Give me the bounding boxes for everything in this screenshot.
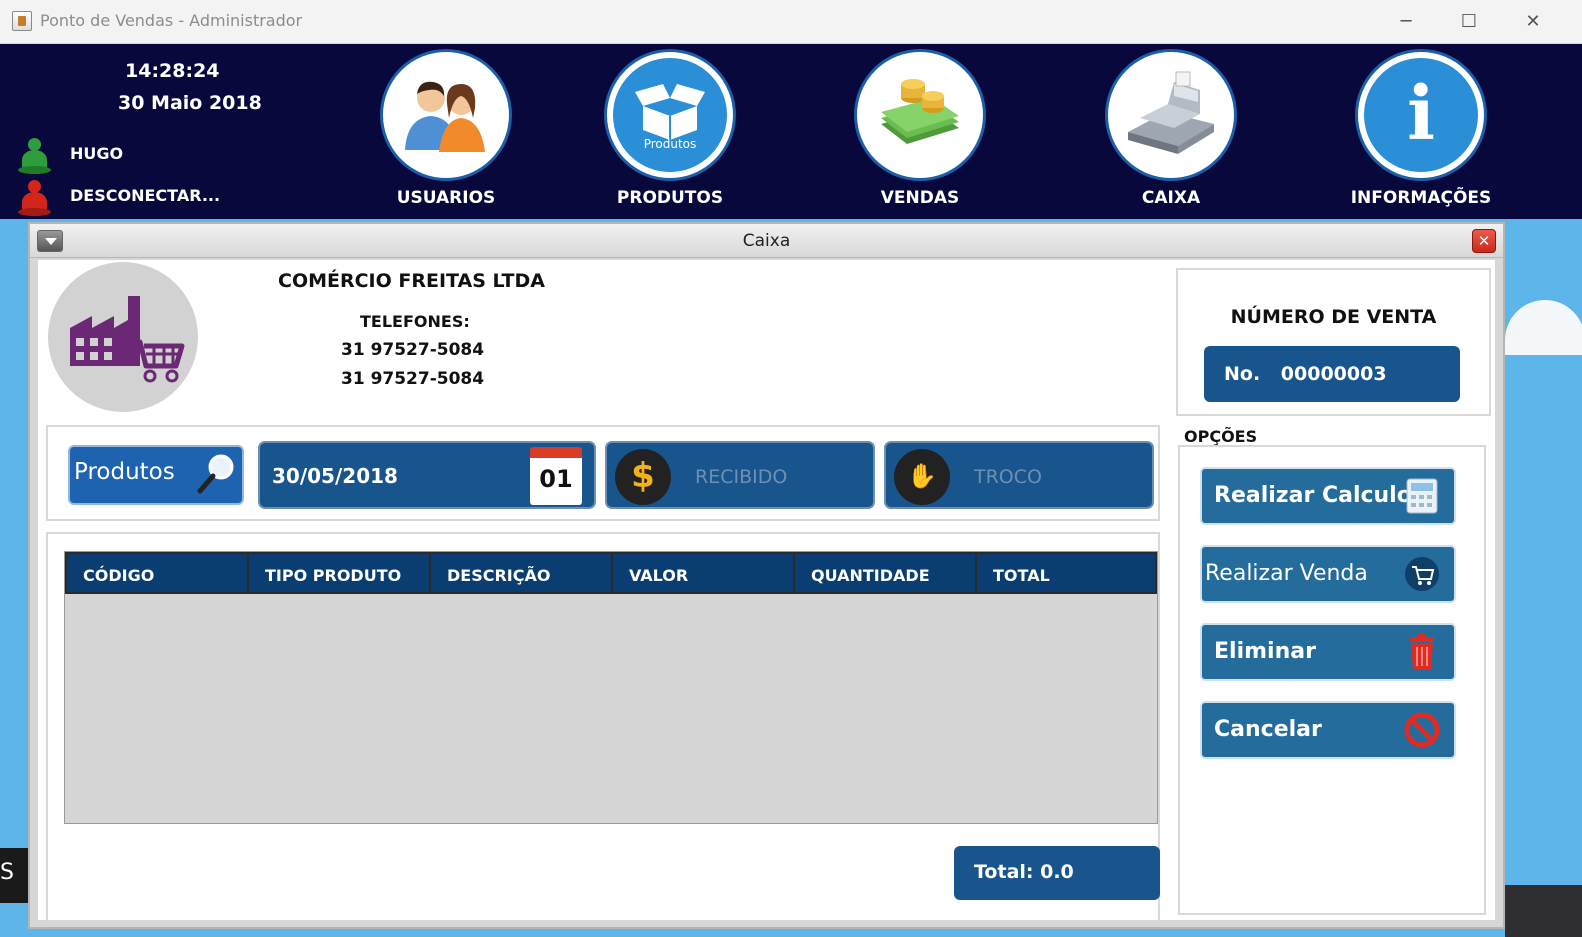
delete-button[interactable]: Eliminar xyxy=(1200,623,1456,681)
window-titlebar: Ponto de Vendas - Administrador ─ ☐ ✕ xyxy=(0,0,1582,44)
phones-label: TELEFONES: xyxy=(360,312,470,331)
column-valor[interactable]: VALOR xyxy=(613,554,795,592)
received-placeholder[interactable]: RECIBIDO xyxy=(695,466,787,488)
info-icon-glyph: i xyxy=(1406,71,1436,157)
nav-produtos[interactable]: Produtos PRODUTOS xyxy=(580,52,760,208)
cancel-label[interactable]: Cancelar xyxy=(1214,717,1322,742)
options-panel: Realizar Calculo Realizar Venda Eliminar xyxy=(1178,445,1486,915)
clock-time: 14:28:24 xyxy=(125,60,220,82)
nav-usuarios-label[interactable]: USUARIOS xyxy=(356,188,536,208)
received-field[interactable]: $ RECIBIDO xyxy=(605,441,875,509)
shopping-cart-icon xyxy=(1405,557,1439,591)
magnifier-icon xyxy=(197,454,234,494)
sale-number-title: NÚMERO DE VENTA xyxy=(1230,306,1437,328)
table-header: CÓDIGO TIPO PRODUTO DESCRIÇÃO VALOR QUAN… xyxy=(65,552,1157,594)
disconnect-label[interactable]: DESCONECTAR... xyxy=(70,186,220,205)
column-total[interactable]: TOTAL xyxy=(977,554,1155,592)
prohibited-icon xyxy=(1404,712,1440,748)
change-field[interactable]: ✋ TROCO xyxy=(884,441,1154,509)
java-app-icon xyxy=(12,11,32,31)
money-icon[interactable] xyxy=(857,52,983,178)
desktop-edge-panel xyxy=(1505,885,1582,937)
disconnect-pawn-icon xyxy=(18,180,51,218)
maximize-button[interactable]: ☐ xyxy=(1449,8,1489,36)
nav-informacoes-label[interactable]: INFORMAÇÕES xyxy=(1331,188,1511,208)
column-codigo[interactable]: CÓDIGO xyxy=(67,554,249,592)
products-search-label[interactable]: Produtos xyxy=(74,459,175,485)
products-search-button[interactable]: Produtos xyxy=(68,445,244,505)
items-table-panel: CÓDIGO TIPO PRODUTO DESCRIÇÃO VALOR QUAN… xyxy=(46,532,1160,922)
caixa-internal-frame: Caixa ✕ COMÉRCIO FREITAS LTDA TELEFONES:… xyxy=(28,222,1505,929)
factory-cart-logo xyxy=(48,262,198,412)
cash-register-icon[interactable] xyxy=(1108,52,1234,178)
box-icon-text: Produtos xyxy=(643,137,697,151)
caixa-content: COMÉRCIO FREITAS LTDA TELEFONES: 31 9752… xyxy=(38,260,1495,922)
nav-vendas[interactable]: VENDAS xyxy=(830,52,1010,208)
caixa-titlebar: Caixa ✕ xyxy=(30,224,1503,258)
users-icon[interactable] xyxy=(383,52,509,178)
dollar-coin-icon: $ xyxy=(615,449,671,505)
column-quantidade[interactable]: QUANTIDADE xyxy=(795,554,977,592)
calendar-icon[interactable]: 01 xyxy=(530,447,582,505)
make-sale-button[interactable]: Realizar Venda xyxy=(1200,545,1456,603)
calculator-icon xyxy=(1406,478,1438,514)
sale-number-value: No. 00000003 xyxy=(1204,346,1460,402)
phone-number-2: 31 97527-5084 xyxy=(341,369,485,389)
company-name: COMÉRCIO FREITAS LTDA xyxy=(278,270,545,292)
frame-close-button[interactable]: ✕ xyxy=(1472,229,1496,253)
phone-number-1: 31 97527-5084 xyxy=(341,340,485,360)
hand-money-icon: ✋ xyxy=(894,449,950,505)
options-label: OPÇÕES xyxy=(1184,427,1258,446)
cancel-button[interactable]: Cancelar xyxy=(1200,701,1456,759)
box-icon[interactable]: Produtos xyxy=(607,52,733,178)
caixa-title: Caixa xyxy=(742,231,791,251)
sale-input-panel: Produtos 30/05/2018 01 $ RECIBIDO ✋ TROC… xyxy=(46,425,1160,521)
sale-date-value[interactable]: 30/05/2018 xyxy=(272,464,398,488)
nav-vendas-label[interactable]: VENDAS xyxy=(830,188,1010,208)
column-tipo-produto[interactable]: TIPO PRODUTO xyxy=(249,554,431,592)
trash-icon xyxy=(1410,634,1434,670)
top-navigation-bar: 14:28:24 30 Maio 2018 HUGO DESCONECTAR..… xyxy=(0,44,1582,219)
nav-caixa[interactable]: CAIXA xyxy=(1081,52,1261,208)
sale-number-panel: NÚMERO DE VENTA No. 00000003 xyxy=(1176,268,1491,416)
clock-date: 30 Maio 2018 xyxy=(118,92,262,114)
nav-usuarios[interactable]: USUARIOS xyxy=(356,52,536,208)
sale-date-field[interactable]: 30/05/2018 01 xyxy=(258,441,596,509)
info-icon[interactable]: i xyxy=(1358,52,1484,178)
column-descricao[interactable]: DESCRIÇÃO xyxy=(431,554,613,592)
nav-informacoes[interactable]: i INFORMAÇÕES xyxy=(1331,52,1511,208)
nav-caixa-label[interactable]: CAIXA xyxy=(1081,188,1261,208)
calculate-label[interactable]: Realizar Calculo xyxy=(1214,483,1412,508)
total-display: Total: 0.0 xyxy=(954,846,1160,900)
change-placeholder[interactable]: TROCO xyxy=(974,466,1042,488)
user-pawn-icon xyxy=(18,138,51,176)
user-name: HUGO xyxy=(70,144,124,163)
make-sale-label[interactable]: Realizar Venda xyxy=(1205,561,1368,586)
window-title: Ponto de Vendas - Administrador xyxy=(40,11,303,30)
items-table[interactable]: CÓDIGO TIPO PRODUTO DESCRIÇÃO VALOR QUAN… xyxy=(64,551,1158,824)
delete-label[interactable]: Eliminar xyxy=(1214,639,1316,664)
calculate-button[interactable]: Realizar Calculo xyxy=(1200,467,1456,525)
desktop-edge-label: S xyxy=(0,848,28,903)
minimize-button[interactable]: ─ xyxy=(1386,8,1426,36)
close-button[interactable]: ✕ xyxy=(1513,8,1553,36)
nav-produtos-label[interactable]: PRODUTOS xyxy=(580,188,760,208)
